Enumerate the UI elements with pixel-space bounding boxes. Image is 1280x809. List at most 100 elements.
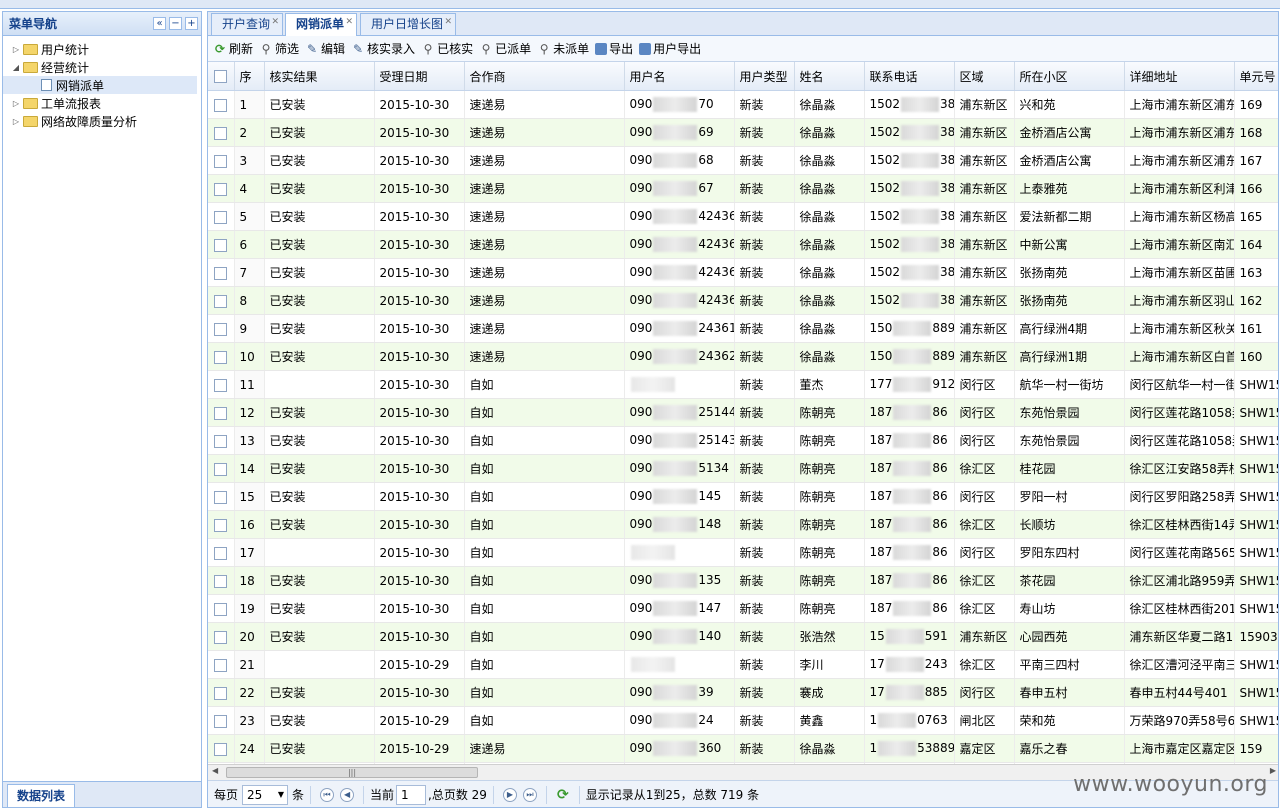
close-icon[interactable]: ✕ [444,12,452,33]
table-row[interactable]: 16 已安装 2015-10-30 自如 090 148 新装 陈朝亮 187 86 徐汇区 长顺坊徐… [208,510,1278,539]
row-checkbox[interactable] [208,286,235,315]
user-export-button[interactable]: 用户导出 [639,40,701,57]
table-row[interactable]: 5已安装2015-10-30速递易 090 424366新装徐晶淼 1502 3889浦… [208,202,1278,231]
row-checkbox[interactable] [208,594,235,623]
column-header[interactable]: 详细地址 [1124,62,1235,91]
table-row[interactable]: 6已安装2015-10-30速递易 090 424365新装徐晶淼 1502 3889浦… [208,230,1278,259]
table-row[interactable]: 9 已安装 2015-10-30 速递易 090 24361 新装 徐晶淼 150 889 浦东新区… [208,314,1278,343]
tree-node-business-stats[interactable]: ◢ 经营统计 [3,58,201,76]
close-icon[interactable]: ✕ [345,12,353,33]
table-row[interactable]: 17 2015-10-30 自如 新装 陈朝亮 187 86 闵行区 罗阳东四村 闵行区莲花南路5… [208,538,1278,567]
prev-page-button[interactable]: ◀ [340,787,355,802]
row-checkbox[interactable] [208,678,235,707]
collapse-all-icon[interactable]: − [169,17,182,30]
select-all-checkbox[interactable] [208,62,235,91]
expand-arrow-icon[interactable]: ▷ [11,99,21,108]
tab-data-list[interactable]: 数据列表 [7,784,76,807]
scroll-right-icon[interactable]: ▶ [1270,766,1276,775]
table-row[interactable]: 11 2015-10-30 自如 新装 董杰 177 912 闵行区 航华一村一街坊 闵行区航华一… [208,370,1278,399]
row-checkbox[interactable] [208,398,235,427]
tab-user-growth[interactable]: 用户日增长图 ✕ [360,13,456,35]
table-row[interactable]: 12 已安装 2015-10-30 自如 090 25144 新装 陈朝亮 187 86 闵行区 东苑… [208,398,1278,427]
collapse-icon[interactable]: « [153,17,166,30]
column-header[interactable]: 单元号 [1234,62,1278,91]
row-checkbox[interactable] [208,426,235,455]
row-checkbox[interactable] [208,622,235,651]
row-checkbox[interactable] [208,734,235,763]
next-page-button[interactable]: ▶ [502,787,517,802]
row-checkbox[interactable] [208,370,235,399]
verify-entry-button[interactable]: ✎ 核实录入 [351,40,415,57]
row-checkbox[interactable] [208,230,235,259]
row-checkbox[interactable] [208,706,235,735]
table-row[interactable]: 21 2015-10-29 自如 新装 李川 17 243 徐汇区 平南三四村 徐汇区漕河泾平南三… [208,650,1278,679]
row-checkbox[interactable] [208,118,235,147]
expand-arrow-icon[interactable]: ▷ [11,45,21,54]
tab-account-query[interactable]: 开户查询 ✕ [211,13,283,35]
row-checkbox[interactable] [208,258,235,287]
table-row[interactable]: 15 已安装 2015-10-30 自如 090 145 新装 陈朝亮 187 86 闵行区 罗阳一村… [208,482,1278,511]
row-checkbox[interactable] [208,202,235,231]
edit-button[interactable]: ✎ 编辑 [305,40,345,57]
table-row[interactable]: 10 已安装 2015-10-30 速递易 090 24362 新装 徐晶淼 150 889 浦东新… [208,342,1278,371]
table-row[interactable]: 24 已安装 2015-10-29 速递易 090 360 新装 徐晶淼 1 53889 嘉定区 嘉乐… [208,734,1278,763]
row-checkbox[interactable] [208,174,235,203]
table-row[interactable]: 22 已安装 2015-10-30 自如 090 39 新装 褰成 17 885 闵行区 春申五村 春申… [208,678,1278,707]
row-checkbox[interactable] [208,566,235,595]
expand-arrow-icon[interactable]: ▷ [11,117,21,126]
column-header[interactable]: 用户类型 [734,62,795,91]
undispatched-button[interactable]: ⚲ 未派单 [537,40,589,57]
row-checkbox[interactable] [208,454,235,483]
column-header[interactable]: 用户名 [624,62,735,91]
column-header[interactable]: 序 [234,62,265,91]
collapse-arrow-icon[interactable]: ◢ [11,63,21,72]
row-checkbox[interactable] [208,650,235,679]
table-row[interactable]: 19 已安装 2015-10-30 自如 090 147 新装 陈朝亮 187 86 徐汇区 寿山坊徐… [208,594,1278,623]
column-header[interactable]: 受理日期 [374,62,465,91]
row-checkbox[interactable] [208,342,235,371]
last-page-button[interactable]: ⏭ [522,787,537,802]
table-row[interactable]: 3已安装2015-10-30速递易 090 68 新装徐晶淼 1502 3889浦东新区金… [208,146,1278,175]
tree-node-workflow-report[interactable]: ▷ 工单流报表 [3,94,201,112]
row-checkbox[interactable] [208,90,235,119]
column-header[interactable]: 合作商 [464,62,625,91]
row-checkbox[interactable] [208,482,235,511]
tree-node-user-stats[interactable]: ▷ 用户统计 [3,40,201,58]
column-header[interactable]: 所在小区 [1014,62,1125,91]
export-button[interactable]: 导出 [595,40,633,57]
table-row[interactable]: 13 已安装 2015-10-30 自如 090 25143 新装 陈朝亮 187 86 闵行区 东苑… [208,426,1278,455]
close-icon[interactable]: ✕ [271,12,279,33]
table-row[interactable]: 18 已安装 2015-10-30 自如 090 135 新装 陈朝亮 187 86 徐汇区 茶花园徐… [208,566,1278,595]
refresh-button[interactable]: ⟳ 刷新 [213,40,253,57]
table-row[interactable]: 14 已安装 2015-10-30 自如 090 5134 新装 陈朝亮 187 86 徐汇区 桂花园… [208,454,1278,483]
table-row[interactable]: 7已安装2015-10-30速递易 090 424364新装徐晶淼 1502 3889浦… [208,258,1278,287]
tree-node-fault-analysis[interactable]: ▷ 网络故障质量分析 [3,112,201,130]
row-checkbox[interactable] [208,146,235,175]
page-size-select[interactable]: 25 ▼ [242,784,289,805]
scroll-left-icon[interactable]: ◀ [212,766,218,775]
verified-button[interactable]: ⚲ 已核实 [421,40,473,57]
column-header[interactable]: 核实结果 [264,62,375,91]
current-page-input[interactable]: 1 [396,784,427,805]
scrollbar-thumb[interactable]: ||| [226,767,478,778]
column-header[interactable]: 区域 [954,62,1015,91]
tree-node-net-dispatch[interactable]: 网销派单 [3,76,197,94]
first-page-button[interactable]: ⏮ [320,787,335,802]
column-header[interactable]: 联系电话 [864,62,955,91]
row-checkbox[interactable] [208,538,235,567]
refresh-icon[interactable]: ⟳ [557,787,569,803]
filter-button[interactable]: ⚲ 筛选 [259,40,299,57]
expand-all-icon[interactable]: + [185,17,198,30]
cell-username: 090 424363 [624,286,735,315]
table-row[interactable]: 1已安装2015-10-30速递易 090 70 新装徐晶淼 1502 3889浦东新区兴… [208,90,1278,119]
table-row[interactable]: 23 已安装 2015-10-29 自如 090 24 新装 黄鑫 1 0763 闸北区 荣和苑 万荣路… [208,706,1278,735]
column-header[interactable]: 姓名 [794,62,865,91]
tab-net-dispatch[interactable]: 网销派单 ✕ [285,13,357,36]
table-row[interactable]: 2已安装2015-10-30速递易 090 69 新装徐晶淼 1502 3889浦东新区金… [208,118,1278,147]
table-row[interactable]: 20 已安装 2015-10-30 自如 090 140 新装 张浩然 15 591 浦东新区 心园西… [208,622,1278,651]
table-row[interactable]: 8已安装2015-10-30速递易 090 424363新装徐晶淼 1502 3889浦… [208,286,1278,315]
dispatched-button[interactable]: ⚲ 已派单 [479,40,531,57]
table-row[interactable]: 4已安装2015-10-30速递易09067新装徐晶淼15023889浦东新区上… [208,174,1278,203]
row-checkbox[interactable] [208,314,235,343]
row-checkbox[interactable] [208,510,235,539]
